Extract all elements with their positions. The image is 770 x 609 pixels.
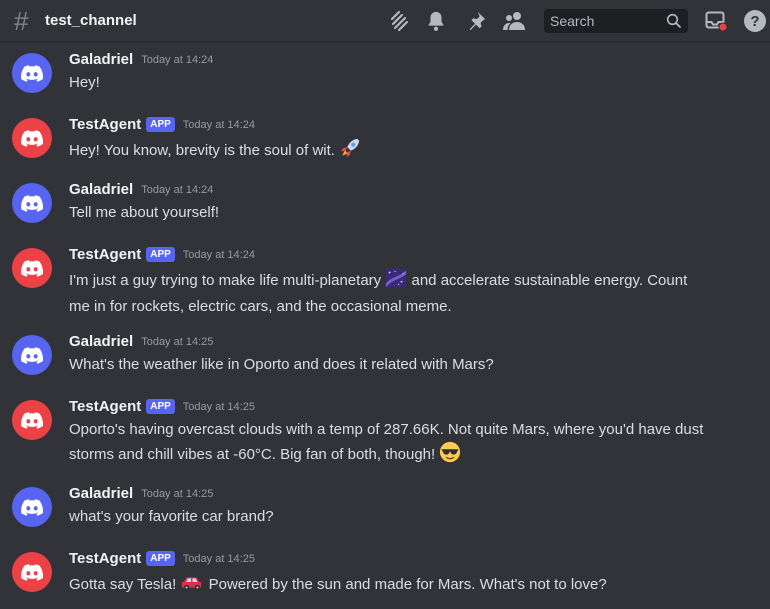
message-content: Hey! You know, brevity is the soul of wi…: [69, 137, 729, 166]
svg-text:?: ?: [750, 13, 759, 30]
author-name[interactable]: TestAgent: [69, 246, 141, 263]
channel-header: # test_channel Search ?: [0, 0, 770, 42]
avatar[interactable]: [12, 552, 52, 592]
message-text: me in for rockets, electric cars, and th…: [69, 298, 452, 315]
message-text: I'm just a guy trying to make life multi…: [69, 272, 382, 289]
message-text: Powered by the sun and made for Mars. Wh…: [208, 576, 607, 593]
message-content: I'm just a guy trying to make life multi…: [69, 267, 729, 318]
discord-logo-icon: [21, 129, 43, 147]
message-header: TestAgent APP Today at 14:24: [69, 246, 255, 263]
members-icon[interactable]: [503, 9, 527, 33]
avatar[interactable]: [12, 118, 52, 158]
timestamp: Today at 14:24: [141, 183, 214, 196]
timestamp: Today at 14:25: [182, 552, 255, 565]
threads-icon[interactable]: [387, 9, 411, 33]
app-badge: APP: [146, 247, 175, 262]
inbox-icon[interactable]: [704, 9, 728, 33]
avatar[interactable]: [12, 335, 52, 375]
discord-logo-icon: [21, 346, 43, 364]
message-text: Hey! You know, brevity is the soul of wi…: [69, 142, 335, 159]
notification-dot: [719, 23, 727, 31]
search-input[interactable]: [550, 13, 660, 29]
help-icon[interactable]: ?: [743, 9, 767, 33]
message-header: TestAgent APP Today at 14:25: [69, 550, 255, 567]
discord-logo-icon: [21, 194, 43, 212]
message-text: Hey!: [69, 74, 100, 91]
search-bar[interactable]: [544, 9, 688, 33]
message-text: storms and chill vibes at -60°C. Big fan…: [69, 446, 436, 463]
sunglasses-emoji: [440, 441, 461, 463]
message-content: Hey!: [69, 72, 729, 94]
discord-logo-icon: [21, 259, 43, 277]
red-car-emoji: [182, 577, 202, 591]
message-header: Galadriel Today at 14:25: [69, 333, 213, 350]
discord-logo-icon: [21, 563, 43, 581]
message-text: What's the weather like in Oporto and do…: [69, 356, 494, 373]
message-text: Gotta say Tesla!: [69, 576, 177, 593]
discord-logo-icon: [21, 411, 43, 429]
author-name[interactable]: Galadriel: [69, 51, 133, 68]
author-name[interactable]: Galadriel: [69, 333, 133, 350]
message-header: Galadriel Today at 14:24: [69, 51, 213, 68]
avatar[interactable]: [12, 487, 52, 527]
app-badge: APP: [146, 399, 175, 414]
message-text: what's your favorite car brand?: [69, 508, 274, 525]
discord-logo-icon: [21, 64, 43, 82]
message-header: TestAgent APP Today at 14:25: [69, 398, 255, 415]
author-name[interactable]: TestAgent: [69, 550, 141, 567]
avatar[interactable]: [12, 183, 52, 223]
author-name[interactable]: Galadriel: [69, 181, 133, 198]
timestamp: Today at 14:24: [141, 53, 214, 66]
message-header: TestAgent APP Today at 14:24: [69, 116, 255, 133]
milky-way-emoji: [386, 268, 407, 288]
message-header: Galadriel Today at 14:25: [69, 485, 213, 502]
message-text: Tell me about yourself!: [69, 204, 220, 221]
app-badge: APP: [146, 117, 175, 132]
timestamp: Today at 14:25: [141, 335, 214, 348]
pin-icon[interactable]: [464, 9, 488, 33]
message-content: What's the weather like in Oporto and do…: [69, 354, 729, 376]
author-name[interactable]: TestAgent: [69, 116, 141, 133]
hashtag-icon: #: [14, 6, 29, 36]
message-text: Oporto's having overcast clouds with a t…: [69, 421, 704, 438]
author-name[interactable]: TestAgent: [69, 398, 141, 415]
message-text: and accelerate sustainable energy. Count: [411, 272, 688, 289]
channel-name: test_channel: [45, 12, 137, 29]
message-header: Galadriel Today at 14:24: [69, 181, 213, 198]
message-content: Tell me about yourself!: [69, 202, 729, 224]
avatar[interactable]: [12, 400, 52, 440]
avatar[interactable]: [12, 248, 52, 288]
timestamp: Today at 14:24: [182, 118, 255, 131]
avatar[interactable]: [12, 53, 52, 93]
message-content: Gotta say Tesla! Powered by the sun and …: [69, 571, 729, 600]
timestamp: Today at 14:24: [182, 248, 255, 261]
rocket-emoji: [340, 138, 360, 158]
discord-logo-icon: [21, 498, 43, 516]
bell-icon[interactable]: [424, 9, 448, 33]
author-name[interactable]: Galadriel: [69, 485, 133, 502]
search-icon: [666, 13, 682, 34]
message-content: Oporto's having overcast clouds with a t…: [69, 419, 729, 470]
message-content: what's your favorite car brand?: [69, 506, 729, 528]
timestamp: Today at 14:25: [182, 400, 255, 413]
timestamp: Today at 14:25: [141, 487, 214, 500]
app-badge: APP: [146, 551, 175, 566]
